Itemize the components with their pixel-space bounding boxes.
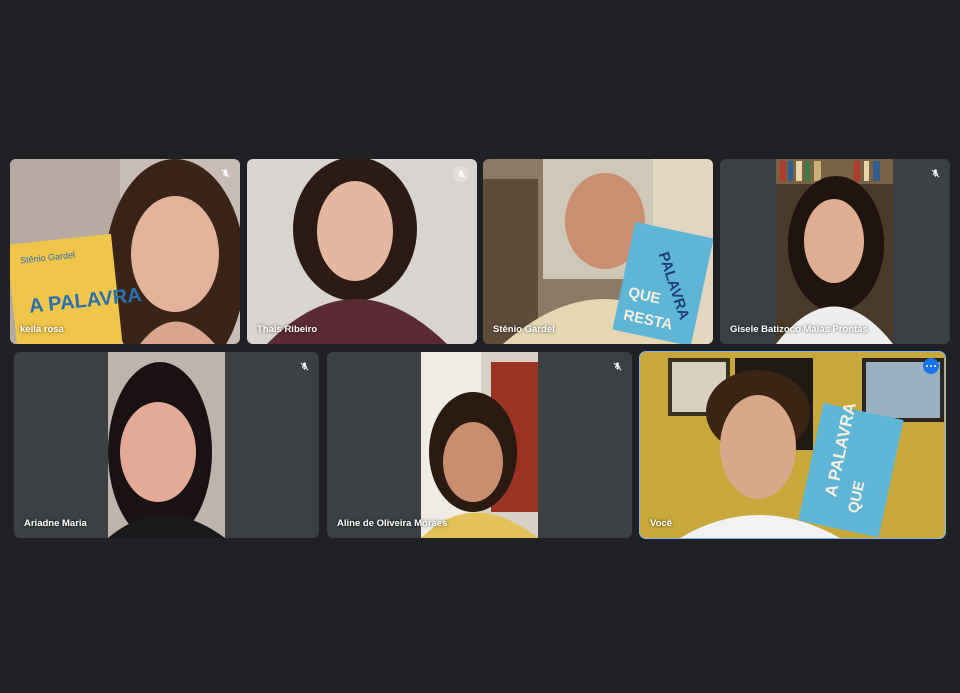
participant-video — [247, 159, 477, 344]
participant-name: keila rosa — [20, 324, 64, 335]
participant-name: Stênio Gardel — [493, 324, 555, 335]
participant-video — [108, 352, 225, 538]
participant-video: A PALAVRA QUE — [640, 352, 945, 538]
participant-tile-ariadne-maria[interactable]: Ariadne Maria — [14, 352, 319, 538]
participant-name: Ariadne Maria — [24, 518, 87, 529]
participant-tile-stenio-gardel[interactable]: PALAVRA QUE RESTA Stênio Gardel — [483, 159, 713, 344]
more-options-icon[interactable] — [923, 358, 939, 374]
participant-name: Aline de Oliveira Moraes — [337, 518, 448, 529]
participant-tile-gisele-batizoco[interactable]: Gisele Batizoco Malas Prontas — [720, 159, 950, 344]
participant-tile-keila-rosa[interactable]: A PALAVRA Stênio Gardel keila rosa — [10, 159, 240, 344]
participant-tile-self[interactable]: A PALAVRA QUE Você — [639, 351, 946, 539]
mic-off-icon — [297, 359, 311, 373]
mic-off-icon — [453, 166, 469, 182]
participant-video: A PALAVRA Stênio Gardel — [10, 159, 240, 344]
mic-off-icon — [610, 359, 624, 373]
mic-off-icon — [218, 166, 232, 180]
participant-video — [421, 352, 538, 538]
participant-tile-thais-ribeiro[interactable]: Thaís Ribeiro — [247, 159, 477, 344]
participant-name: Gisele Batizoco Malas Prontas — [730, 324, 868, 335]
participant-video: PALAVRA QUE RESTA — [483, 159, 713, 344]
mic-off-icon — [928, 166, 942, 180]
participant-tile-aline-moraes[interactable]: Aline de Oliveira Moraes — [327, 352, 632, 538]
participant-name: Thaís Ribeiro — [257, 324, 318, 335]
participant-video — [776, 159, 893, 344]
participant-name: Você — [650, 518, 673, 529]
